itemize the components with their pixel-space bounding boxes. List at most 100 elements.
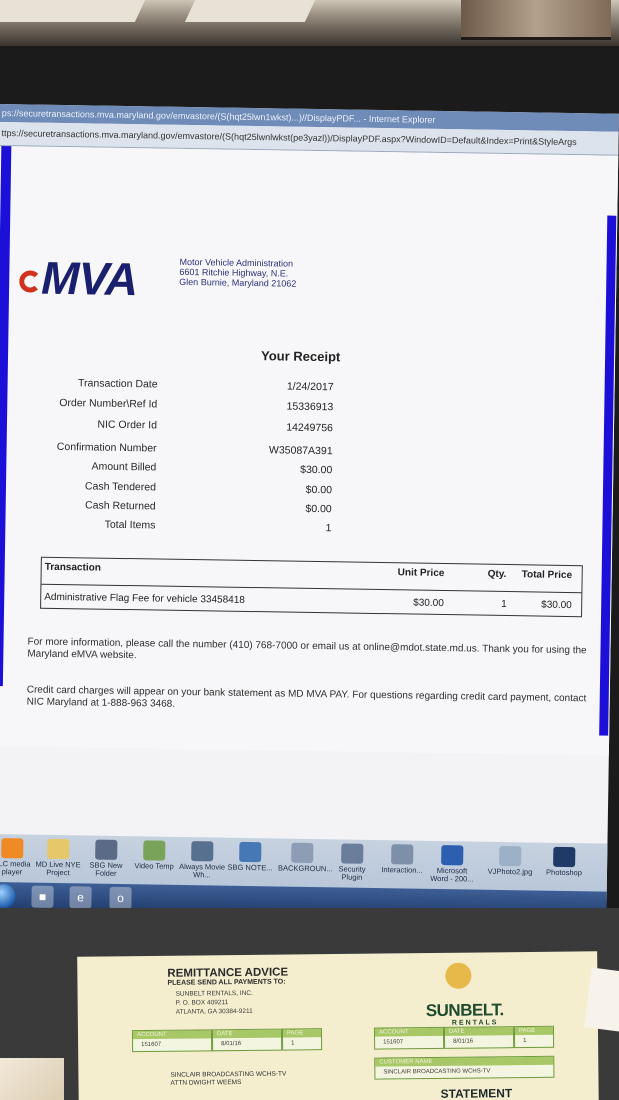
row-value: $0.00 bbox=[305, 502, 332, 516]
date-box-value: 8/01/16 bbox=[221, 1041, 242, 1048]
desktop-icon-label: VLC media player bbox=[0, 858, 31, 877]
photoshop-icon-glyph bbox=[553, 846, 576, 868]
tx-unit-price: $30.00 bbox=[413, 597, 444, 610]
folder-icon-glyph bbox=[47, 838, 70, 860]
app-icon-glyph bbox=[391, 844, 414, 865]
row-value: $0.00 bbox=[305, 483, 333, 497]
account-box-value: 151607 bbox=[383, 1039, 404, 1046]
app-icon[interactable]: Interaction... bbox=[378, 844, 426, 875]
wall-photo bbox=[461, 0, 611, 40]
row-label: Cash Returned bbox=[84, 499, 156, 513]
row-value: 15336913 bbox=[286, 400, 334, 414]
remittance-document: REMITTANCE ADVICE PLEASE SEND ALL PAYMEN… bbox=[77, 951, 619, 1100]
account-box: ACCOUNT 151607 bbox=[373, 1026, 445, 1050]
agency-address: Motor Vehicle Administration 6601 Ritchi… bbox=[179, 257, 297, 289]
address-line: Glen Burnie, Maryland 21062 bbox=[179, 276, 297, 289]
row-value: 1 bbox=[325, 522, 332, 535]
remittance-subtitle: PLEASE SEND ALL PAYMENTS TO: bbox=[167, 978, 286, 987]
transaction-table: Transaction Unit Price Qty. Total Price … bbox=[40, 556, 583, 618]
tx-total-price: $30.00 bbox=[541, 599, 572, 612]
ceiling-light bbox=[0, 0, 146, 22]
col-header-transaction: Transaction bbox=[44, 561, 101, 574]
app-icon-glyph bbox=[291, 842, 314, 864]
customer-line: ATTN DWIGHT WEEMS bbox=[170, 1079, 242, 1087]
page-box: PAGE 1 bbox=[281, 1028, 323, 1051]
app-icon-glyph bbox=[341, 843, 364, 864]
paper-stack bbox=[0, 1058, 64, 1100]
row-value: 14249756 bbox=[286, 421, 334, 435]
desktop-icon-label: VJPhoto2.jpg bbox=[487, 866, 533, 877]
row-label: Cash Tendered bbox=[84, 480, 157, 494]
app-icon[interactable]: SBG NOTE... bbox=[226, 841, 274, 873]
date-box: DATE 8/01/16 bbox=[443, 1026, 515, 1049]
explorer-taskbar-icon[interactable]: ■ bbox=[31, 885, 54, 908]
desktop-icon-label: MD Live NYE Project bbox=[35, 859, 81, 878]
desktop-icon-label: SBG New Folder bbox=[89, 860, 123, 878]
logo-text: MVA bbox=[40, 251, 138, 306]
desktop-icon-label: Security Plugin bbox=[338, 864, 366, 882]
row-label: Amount Billed bbox=[91, 460, 157, 474]
ceiling-light bbox=[184, 0, 316, 22]
receipt-title: Your Receipt bbox=[260, 348, 341, 365]
right-border-bar bbox=[599, 215, 617, 736]
desktop-icon-label: Video Temp bbox=[134, 861, 174, 871]
row-label: Total Items bbox=[104, 518, 156, 532]
row-value: $30.00 bbox=[300, 463, 333, 477]
folder-icon[interactable]: Video Temp bbox=[130, 840, 178, 871]
folder-icon[interactable]: SBG New Folder bbox=[82, 839, 131, 878]
sunbelt-sun-icon bbox=[445, 962, 472, 989]
remittance-address: SUNBELT RENTALS, INC. P. O. BOX 409211 A… bbox=[176, 989, 254, 1017]
date-box: DATE 8/01/16 bbox=[211, 1028, 283, 1052]
row-label: Confirmation Number bbox=[56, 440, 157, 455]
col-header-qty: Qty. bbox=[487, 568, 507, 581]
mva-swoosh-icon bbox=[19, 270, 42, 293]
date-box-value: 8/01/16 bbox=[453, 1038, 474, 1045]
monitor-screen: ps://securetransactions.mva.maryland.gov… bbox=[0, 104, 619, 944]
mva-logo: MVA bbox=[19, 252, 170, 305]
image-icon-glyph bbox=[499, 845, 522, 867]
remittance-address-line: ATLANTA, GA 30384-9211 bbox=[175, 1007, 253, 1016]
page-box-value: 1 bbox=[523, 1038, 527, 1045]
app-icon[interactable]: Always Movie Wh... bbox=[178, 841, 227, 880]
sunbelt-brand: SUNBELT. bbox=[425, 1000, 504, 1021]
desktop-icon-label: Always Movie Wh... bbox=[179, 861, 226, 880]
desktop-icon-label: SBG NOTE... bbox=[227, 862, 273, 873]
row-label: NIC Order Id bbox=[97, 418, 158, 432]
folder-icon-glyph bbox=[95, 839, 118, 860]
outlook-taskbar-icon[interactable]: o bbox=[109, 886, 132, 910]
remittance-address-line: SUNBELT RENTALS, INC. bbox=[175, 989, 253, 998]
account-box-value: 151607 bbox=[141, 1041, 162, 1049]
page-box-value: 1 bbox=[291, 1040, 295, 1047]
customer-name-box: CUSTOMER NAME SINCLAIR BROADCASTING WCHS… bbox=[374, 1055, 555, 1080]
word-icon-glyph bbox=[441, 845, 464, 866]
col-header-total-price: Total Price bbox=[521, 569, 573, 582]
row-label: Transaction Date bbox=[77, 377, 158, 391]
app-icon[interactable]: Security Plugin bbox=[328, 843, 377, 882]
word-icon[interactable]: Microsoft Word - 200... bbox=[428, 845, 477, 884]
desktop-icon-label: Interaction... bbox=[381, 865, 423, 875]
vlc-icon[interactable]: VLC media player bbox=[0, 838, 36, 877]
customer-name-value: SINCLAIR BROADCASTING WCHS-TV bbox=[383, 1068, 491, 1076]
customer-address: SINCLAIR BROADCASTING WCHS-TV ATTN DWIGH… bbox=[170, 1071, 286, 1088]
page-box: PAGE 1 bbox=[513, 1025, 555, 1049]
app-icon-glyph bbox=[239, 841, 262, 863]
tx-description: Administrative Flag Fee for vehicle 3345… bbox=[44, 591, 245, 606]
row-label: Order Number\Ref Id bbox=[59, 396, 158, 411]
col-header-unit-price: Unit Price bbox=[397, 567, 445, 580]
start-button-icon[interactable] bbox=[0, 883, 16, 909]
folder-icon-glyph bbox=[143, 840, 166, 861]
desk-surface: REMITTANCE ADVICE PLEASE SEND ALL PAYMEN… bbox=[0, 908, 619, 1100]
table-divider bbox=[41, 583, 582, 594]
background-room bbox=[0, 0, 619, 46]
app-icon-glyph bbox=[191, 841, 214, 862]
monitor-bezel: ps://securetransactions.mva.maryland.gov… bbox=[0, 46, 619, 944]
left-border-bar bbox=[0, 146, 12, 687]
vlc-icon-glyph bbox=[1, 838, 24, 859]
photoshop-icon[interactable]: Photoshop bbox=[540, 846, 588, 878]
handwritten-note bbox=[584, 967, 619, 1035]
image-icon[interactable]: VJPhoto2.jpg bbox=[486, 845, 534, 877]
tx-qty: 1 bbox=[501, 598, 507, 611]
folder-icon[interactable]: MD Live NYE Project bbox=[34, 838, 83, 878]
app-icon[interactable]: BACKGROUN... bbox=[278, 842, 333, 873]
internet-explorer-taskbar-icon[interactable]: e bbox=[69, 886, 92, 909]
